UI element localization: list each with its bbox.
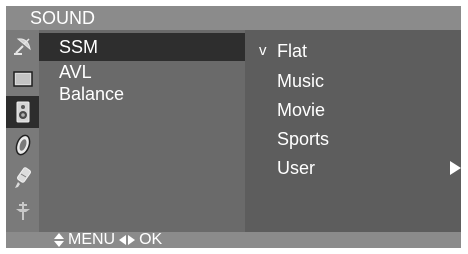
- submenu-item-movie[interactable]: Movie: [277, 99, 325, 121]
- plug-icon: [15, 202, 30, 220]
- category-sound[interactable]: [6, 96, 39, 128]
- selected-check-mark: v: [259, 42, 267, 59]
- clock-icon: [15, 134, 30, 156]
- sound-menu: SSM AVL Balance: [39, 30, 245, 232]
- satellite-dish-icon: [13, 38, 31, 55]
- left-right-arrow-icon: [119, 235, 136, 245]
- ssm-submenu: v Flat Music Movie Sports User: [245, 30, 461, 232]
- menu-item-balance[interactable]: Balance: [59, 83, 124, 105]
- submenu-item-user[interactable]: User: [277, 157, 315, 179]
- ok-hint-label: OK: [139, 231, 163, 248]
- navigation-hint: MENU OK: [54, 232, 162, 248]
- category-time[interactable]: [6, 129, 39, 161]
- screen-icon: [12, 71, 33, 87]
- osd-window: SOUND SSM AVL Balance v Flat Music Movie…: [6, 6, 461, 248]
- category-station[interactable]: [6, 30, 39, 62]
- menu-item-avl[interactable]: AVL: [59, 61, 92, 83]
- menu-item-ssm[interactable]: SSM: [59, 36, 98, 58]
- menu-hint-label: MENU: [68, 231, 116, 248]
- submenu-item-sports[interactable]: Sports: [277, 128, 329, 150]
- speaker-icon: [16, 101, 29, 123]
- category-special[interactable]: [6, 162, 39, 194]
- key-icon: [14, 167, 31, 188]
- category-picture[interactable]: [6, 63, 39, 95]
- up-down-arrow-icon: [54, 233, 64, 247]
- bottom-hint-bar: MENU OK: [6, 232, 461, 248]
- category-screen[interactable]: [6, 195, 39, 227]
- submenu-arrow-right-icon[interactable]: [450, 161, 461, 175]
- submenu-item-flat[interactable]: Flat: [277, 40, 307, 62]
- title-bar: SOUND: [6, 6, 461, 30]
- submenu-item-music[interactable]: Music: [277, 70, 324, 92]
- menu-title: SOUND: [30, 8, 96, 28]
- category-icon-column: [6, 30, 39, 232]
